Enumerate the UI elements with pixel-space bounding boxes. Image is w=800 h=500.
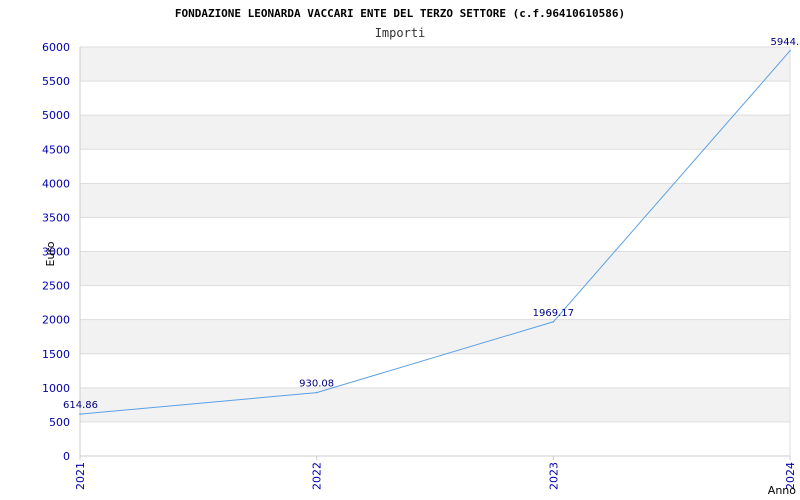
y-tick-label: 4000 xyxy=(42,177,70,190)
y-tick-label: 5000 xyxy=(42,109,70,122)
y-tick-label: 4500 xyxy=(42,143,70,156)
x-axis-label: Anno xyxy=(768,484,796,497)
chart-subtitle: Importi xyxy=(375,26,426,40)
data-point xyxy=(79,413,81,415)
y-tick-label: 2500 xyxy=(42,280,70,293)
y-tick-label: 1000 xyxy=(42,382,70,395)
chart-title: FONDAZIONE LEONARDA VACCARI ENTE DEL TER… xyxy=(175,7,625,20)
data-point xyxy=(552,320,555,323)
y-tick-label: 5500 xyxy=(42,75,70,88)
y-tick-label: 500 xyxy=(49,416,70,429)
y-tick-label: 1500 xyxy=(42,348,70,361)
grid-band xyxy=(80,183,790,218)
data-label: 930.08 xyxy=(299,379,334,390)
x-tick-label: 2022 xyxy=(311,462,324,490)
x-tick-label: 2023 xyxy=(547,462,560,490)
series-line xyxy=(79,50,791,415)
data-label: 1969.17 xyxy=(533,308,574,319)
grid-band xyxy=(80,319,790,354)
chart-container: FONDAZIONE LEONARDA VACCARI ENTE DEL TER… xyxy=(0,0,800,500)
data-point xyxy=(315,391,318,394)
y-tick-label: 2000 xyxy=(42,314,70,327)
y-tick-label: 0 xyxy=(63,450,70,463)
y-axis-label: Euro xyxy=(44,241,57,266)
data-label: 614.86 xyxy=(63,400,98,411)
data-point xyxy=(789,50,791,52)
grid-band xyxy=(80,115,790,150)
y-tick-label: 3500 xyxy=(42,211,70,224)
grid-band xyxy=(80,47,790,82)
x-tick-label: 2021 xyxy=(74,462,87,490)
y-tick-label: 6000 xyxy=(42,41,70,54)
line-chart: FONDAZIONE LEONARDA VACCARI ENTE DEL TER… xyxy=(42,7,800,497)
grid-band xyxy=(80,251,790,286)
data-label: 5944.1 xyxy=(771,37,800,48)
